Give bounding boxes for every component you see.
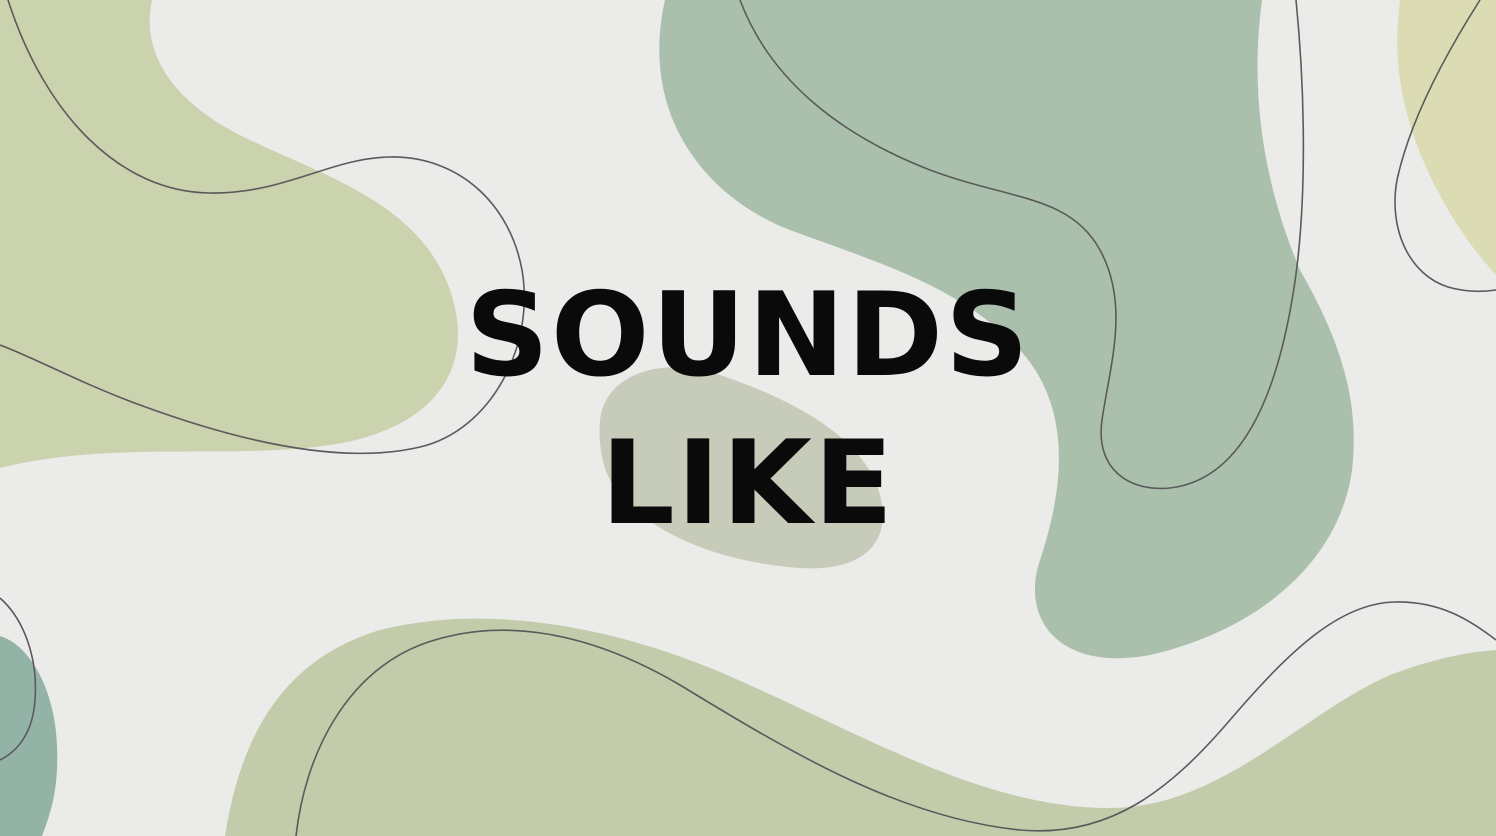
slide: SOUNDS LIKE: [0, 0, 1496, 836]
teal-blob-bottom-left: [0, 636, 58, 836]
olive-blob-bottom: [225, 618, 1496, 836]
title-line-1: SOUNDS: [465, 268, 1031, 403]
title-line-2: LIKE: [600, 416, 896, 551]
sand-blob-top-right: [1397, 0, 1496, 275]
slide-title: SOUNDS LIKE: [0, 262, 1496, 558]
